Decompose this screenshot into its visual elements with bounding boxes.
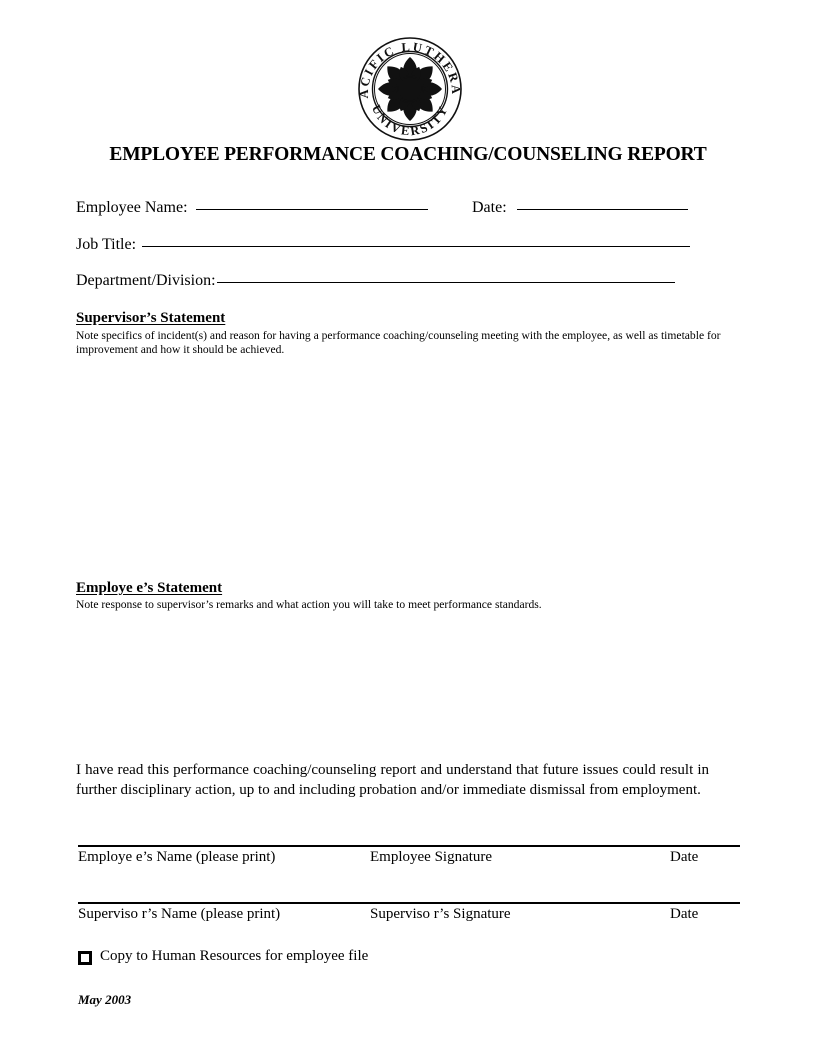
employee-statement-heading: Employe e’s Statement <box>76 580 223 596</box>
job-title-field-row: Job Title: <box>76 236 691 254</box>
employee-signature-labels: Employe e’s Name (please print) Employee… <box>78 849 740 871</box>
document-page: PACIFIC LUTHERAN UNIVERSITY EMPLOYEE PER… <box>0 0 816 1056</box>
supervisor-statement-textarea[interactable] <box>76 362 740 567</box>
page-title: EMPLOYEE PERFORMANCE COACHING/COUNSELING… <box>109 144 707 165</box>
supervisor-signature-rule[interactable] <box>78 902 740 904</box>
job-title-input[interactable] <box>142 246 691 247</box>
employee-signature-block: Employe e’s Name (please print) Employee… <box>78 845 740 871</box>
employee-statement-instructions: Note response to supervisor’s remarks an… <box>76 598 542 611</box>
employee-name-label: Employee Name: <box>76 199 188 216</box>
department-label: Department/Division: <box>76 272 216 289</box>
employee-signature-rule[interactable] <box>78 845 740 847</box>
date-input[interactable] <box>516 209 688 210</box>
date-field-row: Date: <box>472 199 688 217</box>
copy-to-hr-row[interactable]: Copy to Human Resources for employee fil… <box>78 948 368 965</box>
job-title-label: Job Title: <box>76 236 137 253</box>
employee-statement-textarea[interactable] <box>76 614 740 744</box>
university-seal-logo: PACIFIC LUTHERAN UNIVERSITY <box>356 33 464 145</box>
supervisor-statement-heading: Supervisor’s Statement <box>76 310 226 326</box>
copy-to-hr-checkbox[interactable] <box>78 950 92 965</box>
employee-print-name-label: Employe e’s Name (please print) <box>78 849 276 865</box>
department-input[interactable] <box>216 282 675 283</box>
supervisor-signature-date-label: Date <box>670 906 699 922</box>
supervisor-signature-label: Superviso r’s Signature <box>370 906 511 922</box>
supervisor-signature-labels: Superviso r’s Name (please print) Superv… <box>78 906 740 928</box>
employee-signature-label: Employee Signature <box>370 849 493 865</box>
date-label: Date: <box>472 199 507 216</box>
employee-name-field-row: Employee Name: <box>76 199 428 217</box>
supervisor-statement-instructions: Note specifics of incident(s) and reason… <box>76 329 721 356</box>
employee-name-input[interactable] <box>195 209 428 210</box>
footer-revision-date: May 2003 <box>78 992 132 1007</box>
supervisor-print-name-label: Superviso r’s Name (please print) <box>78 906 281 922</box>
employee-signature-date-label: Date <box>670 849 699 865</box>
acknowledgment-paragraph: I have read this performance coaching/co… <box>76 762 709 798</box>
copy-to-hr-label: Copy to Human Resources for employee fil… <box>100 948 369 964</box>
department-field-row: Department/Division: <box>76 272 675 290</box>
supervisor-signature-block: Superviso r’s Name (please print) Superv… <box>78 902 740 928</box>
